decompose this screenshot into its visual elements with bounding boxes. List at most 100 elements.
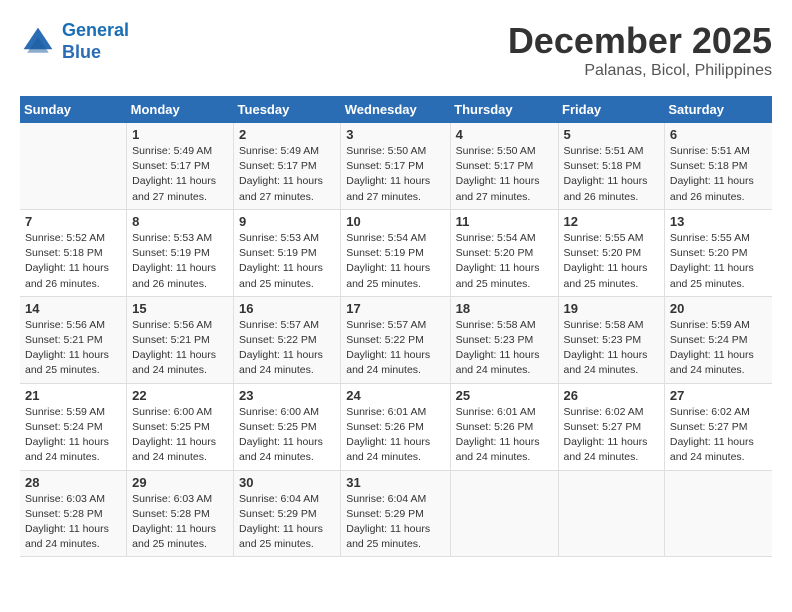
day-number: 29 bbox=[132, 475, 228, 490]
day-cell-w2d4: 18 Sunrise: 5:58 AMSunset: 5:23 PMDayligh… bbox=[450, 296, 558, 383]
day-cell-w3d6: 27 Sunrise: 6:02 AMSunset: 5:27 PMDayligh… bbox=[664, 383, 772, 470]
day-cell-w2d5: 19 Sunrise: 5:58 AMSunset: 5:23 PMDayligh… bbox=[558, 296, 664, 383]
day-cell-w4d0: 28 Sunrise: 6:03 AMSunset: 5:28 PMDayligh… bbox=[20, 470, 127, 557]
day-info: Sunrise: 6:04 AMSunset: 5:29 PMDaylight:… bbox=[346, 492, 444, 553]
logo-line2: Blue bbox=[62, 42, 101, 62]
col-wednesday: Wednesday bbox=[341, 96, 450, 123]
day-info: Sunrise: 6:00 AMSunset: 5:25 PMDaylight:… bbox=[239, 405, 335, 466]
title-area: December 2025 Palanas, Bicol, Philippine… bbox=[508, 20, 772, 80]
day-info: Sunrise: 5:52 AMSunset: 5:18 PMDaylight:… bbox=[25, 231, 121, 292]
col-monday: Monday bbox=[127, 96, 234, 123]
day-info: Sunrise: 5:53 AMSunset: 5:19 PMDaylight:… bbox=[132, 231, 228, 292]
day-info: Sunrise: 6:01 AMSunset: 5:26 PMDaylight:… bbox=[346, 405, 444, 466]
day-cell-w1d4: 11 Sunrise: 5:54 AMSunset: 5:20 PMDayligh… bbox=[450, 209, 558, 296]
day-cell-w0d5: 5 Sunrise: 5:51 AMSunset: 5:18 PMDaylight… bbox=[558, 123, 664, 209]
day-cell-w2d1: 15Sunrise: 5:56 AMSunset: 5:21 PMDayligh… bbox=[127, 296, 234, 383]
col-tuesday: Tuesday bbox=[234, 96, 341, 123]
day-number: 19 bbox=[564, 301, 659, 316]
day-cell-w2d0: 14 Sunrise: 5:56 AMSunset: 5:21 PMDayligh… bbox=[20, 296, 127, 383]
day-number: 15 bbox=[132, 301, 228, 316]
week-row-1: 7 Sunrise: 5:52 AMSunset: 5:18 PMDaylight… bbox=[20, 209, 772, 296]
week-row-0: 1Sunrise: 5:49 AMSunset: 5:17 PMDaylight… bbox=[20, 123, 772, 209]
day-info: Sunrise: 5:54 AMSunset: 5:19 PMDaylight:… bbox=[346, 231, 444, 292]
day-info: Sunrise: 5:54 AMSunset: 5:20 PMDaylight:… bbox=[456, 231, 553, 292]
day-info: Sunrise: 5:50 AMSunset: 5:17 PMDaylight:… bbox=[346, 144, 444, 205]
day-cell-w3d2: 23 Sunrise: 6:00 AMSunset: 5:25 PMDayligh… bbox=[234, 383, 341, 470]
day-cell-w1d0: 7 Sunrise: 5:52 AMSunset: 5:18 PMDaylight… bbox=[20, 209, 127, 296]
day-number: 22 bbox=[132, 388, 228, 403]
day-info: Sunrise: 5:49 AMSunset: 5:17 PMDaylight:… bbox=[239, 144, 335, 205]
day-number: 4 bbox=[456, 127, 553, 142]
day-cell-w3d5: 26 Sunrise: 6:02 AMSunset: 5:27 PMDayligh… bbox=[558, 383, 664, 470]
header: General Blue December 2025 Palanas, Bico… bbox=[20, 20, 772, 80]
day-cell-w0d2: 2 Sunrise: 5:49 AMSunset: 5:17 PMDaylight… bbox=[234, 123, 341, 209]
day-info: Sunrise: 5:49 AMSunset: 5:17 PMDaylight:… bbox=[132, 144, 228, 205]
day-number: 18 bbox=[456, 301, 553, 316]
day-info: Sunrise: 6:00 AMSunset: 5:25 PMDaylight:… bbox=[132, 405, 228, 466]
month-title: December 2025 bbox=[508, 20, 772, 62]
day-cell-w2d3: 17 Sunrise: 5:57 AMSunset: 5:22 PMDayligh… bbox=[341, 296, 450, 383]
day-info: Sunrise: 5:51 AMSunset: 5:18 PMDaylight:… bbox=[564, 144, 659, 205]
day-info: Sunrise: 6:02 AMSunset: 5:27 PMDaylight:… bbox=[670, 405, 767, 466]
day-number: 13 bbox=[670, 214, 767, 229]
day-info: Sunrise: 5:59 AMSunset: 5:24 PMDaylight:… bbox=[25, 405, 121, 466]
logo-text: General Blue bbox=[62, 20, 129, 63]
day-cell-w3d0: 21Sunrise: 5:59 AMSunset: 5:24 PMDayligh… bbox=[20, 383, 127, 470]
day-cell-w4d5 bbox=[558, 470, 664, 557]
day-number: 14 bbox=[25, 301, 121, 316]
col-saturday: Saturday bbox=[664, 96, 772, 123]
day-info: Sunrise: 5:53 AMSunset: 5:19 PMDaylight:… bbox=[239, 231, 335, 292]
location-title: Palanas, Bicol, Philippines bbox=[508, 62, 772, 80]
logo-icon bbox=[20, 24, 56, 60]
day-cell-w1d5: 12Sunrise: 5:55 AMSunset: 5:20 PMDayligh… bbox=[558, 209, 664, 296]
day-info: Sunrise: 6:03 AMSunset: 5:28 PMDaylight:… bbox=[25, 492, 121, 553]
day-info: Sunrise: 5:56 AMSunset: 5:21 PMDaylight:… bbox=[25, 318, 121, 379]
day-number: 30 bbox=[239, 475, 335, 490]
day-cell-w4d6 bbox=[664, 470, 772, 557]
day-number: 31 bbox=[346, 475, 444, 490]
col-thursday: Thursday bbox=[450, 96, 558, 123]
day-number: 10 bbox=[346, 214, 444, 229]
day-cell-w1d6: 13 Sunrise: 5:55 AMSunset: 5:20 PMDayligh… bbox=[664, 209, 772, 296]
col-friday: Friday bbox=[558, 96, 664, 123]
day-number: 26 bbox=[564, 388, 659, 403]
day-number: 23 bbox=[239, 388, 335, 403]
day-cell-w2d6: 20 Sunrise: 5:59 AMSunset: 5:24 PMDayligh… bbox=[664, 296, 772, 383]
col-sunday: Sunday bbox=[20, 96, 127, 123]
day-cell-w4d1: 29 Sunrise: 6:03 AMSunset: 5:28 PMDayligh… bbox=[127, 470, 234, 557]
day-info: Sunrise: 5:59 AMSunset: 5:24 PMDaylight:… bbox=[670, 318, 767, 379]
day-number: 27 bbox=[670, 388, 767, 403]
day-info: Sunrise: 5:55 AMSunset: 5:20 PMDaylight:… bbox=[564, 231, 659, 292]
logo: General Blue bbox=[20, 20, 129, 63]
day-number: 7 bbox=[25, 214, 121, 229]
day-cell-w4d2: 30Sunrise: 6:04 AMSunset: 5:29 PMDayligh… bbox=[234, 470, 341, 557]
week-row-2: 14 Sunrise: 5:56 AMSunset: 5:21 PMDayligh… bbox=[20, 296, 772, 383]
day-cell-w0d1: 1Sunrise: 5:49 AMSunset: 5:17 PMDaylight… bbox=[127, 123, 234, 209]
day-number: 20 bbox=[670, 301, 767, 316]
day-info: Sunrise: 5:58 AMSunset: 5:23 PMDaylight:… bbox=[456, 318, 553, 379]
day-info: Sunrise: 5:57 AMSunset: 5:22 PMDaylight:… bbox=[239, 318, 335, 379]
day-info: Sunrise: 5:55 AMSunset: 5:20 PMDaylight:… bbox=[670, 231, 767, 292]
day-number: 24 bbox=[346, 388, 444, 403]
day-info: Sunrise: 5:58 AMSunset: 5:23 PMDaylight:… bbox=[564, 318, 659, 379]
day-number: 28 bbox=[25, 475, 121, 490]
day-number: 17 bbox=[346, 301, 444, 316]
day-cell-w4d4 bbox=[450, 470, 558, 557]
day-cell-w0d4: 4Sunrise: 5:50 AMSunset: 5:17 PMDaylight… bbox=[450, 123, 558, 209]
header-row: Sunday Monday Tuesday Wednesday Thursday… bbox=[20, 96, 772, 123]
day-number: 5 bbox=[564, 127, 659, 142]
calendar-table: Sunday Monday Tuesday Wednesday Thursday… bbox=[20, 96, 772, 557]
day-info: Sunrise: 5:57 AMSunset: 5:22 PMDaylight:… bbox=[346, 318, 444, 379]
day-number: 2 bbox=[239, 127, 335, 142]
day-cell-w2d2: 16Sunrise: 5:57 AMSunset: 5:22 PMDayligh… bbox=[234, 296, 341, 383]
day-cell-w4d3: 31 Sunrise: 6:04 AMSunset: 5:29 PMDayligh… bbox=[341, 470, 450, 557]
day-info: Sunrise: 6:02 AMSunset: 5:27 PMDaylight:… bbox=[564, 405, 659, 466]
logo-line1: General bbox=[62, 20, 129, 40]
day-number: 11 bbox=[456, 214, 553, 229]
day-info: Sunrise: 6:03 AMSunset: 5:28 PMDaylight:… bbox=[132, 492, 228, 553]
day-cell-w0d0 bbox=[20, 123, 127, 209]
day-cell-w1d1: 8Sunrise: 5:53 AMSunset: 5:19 PMDaylight… bbox=[127, 209, 234, 296]
day-cell-w1d2: 9Sunrise: 5:53 AMSunset: 5:19 PMDaylight… bbox=[234, 209, 341, 296]
day-cell-w3d4: 25Sunrise: 6:01 AMSunset: 5:26 PMDayligh… bbox=[450, 383, 558, 470]
week-row-4: 28 Sunrise: 6:03 AMSunset: 5:28 PMDayligh… bbox=[20, 470, 772, 557]
